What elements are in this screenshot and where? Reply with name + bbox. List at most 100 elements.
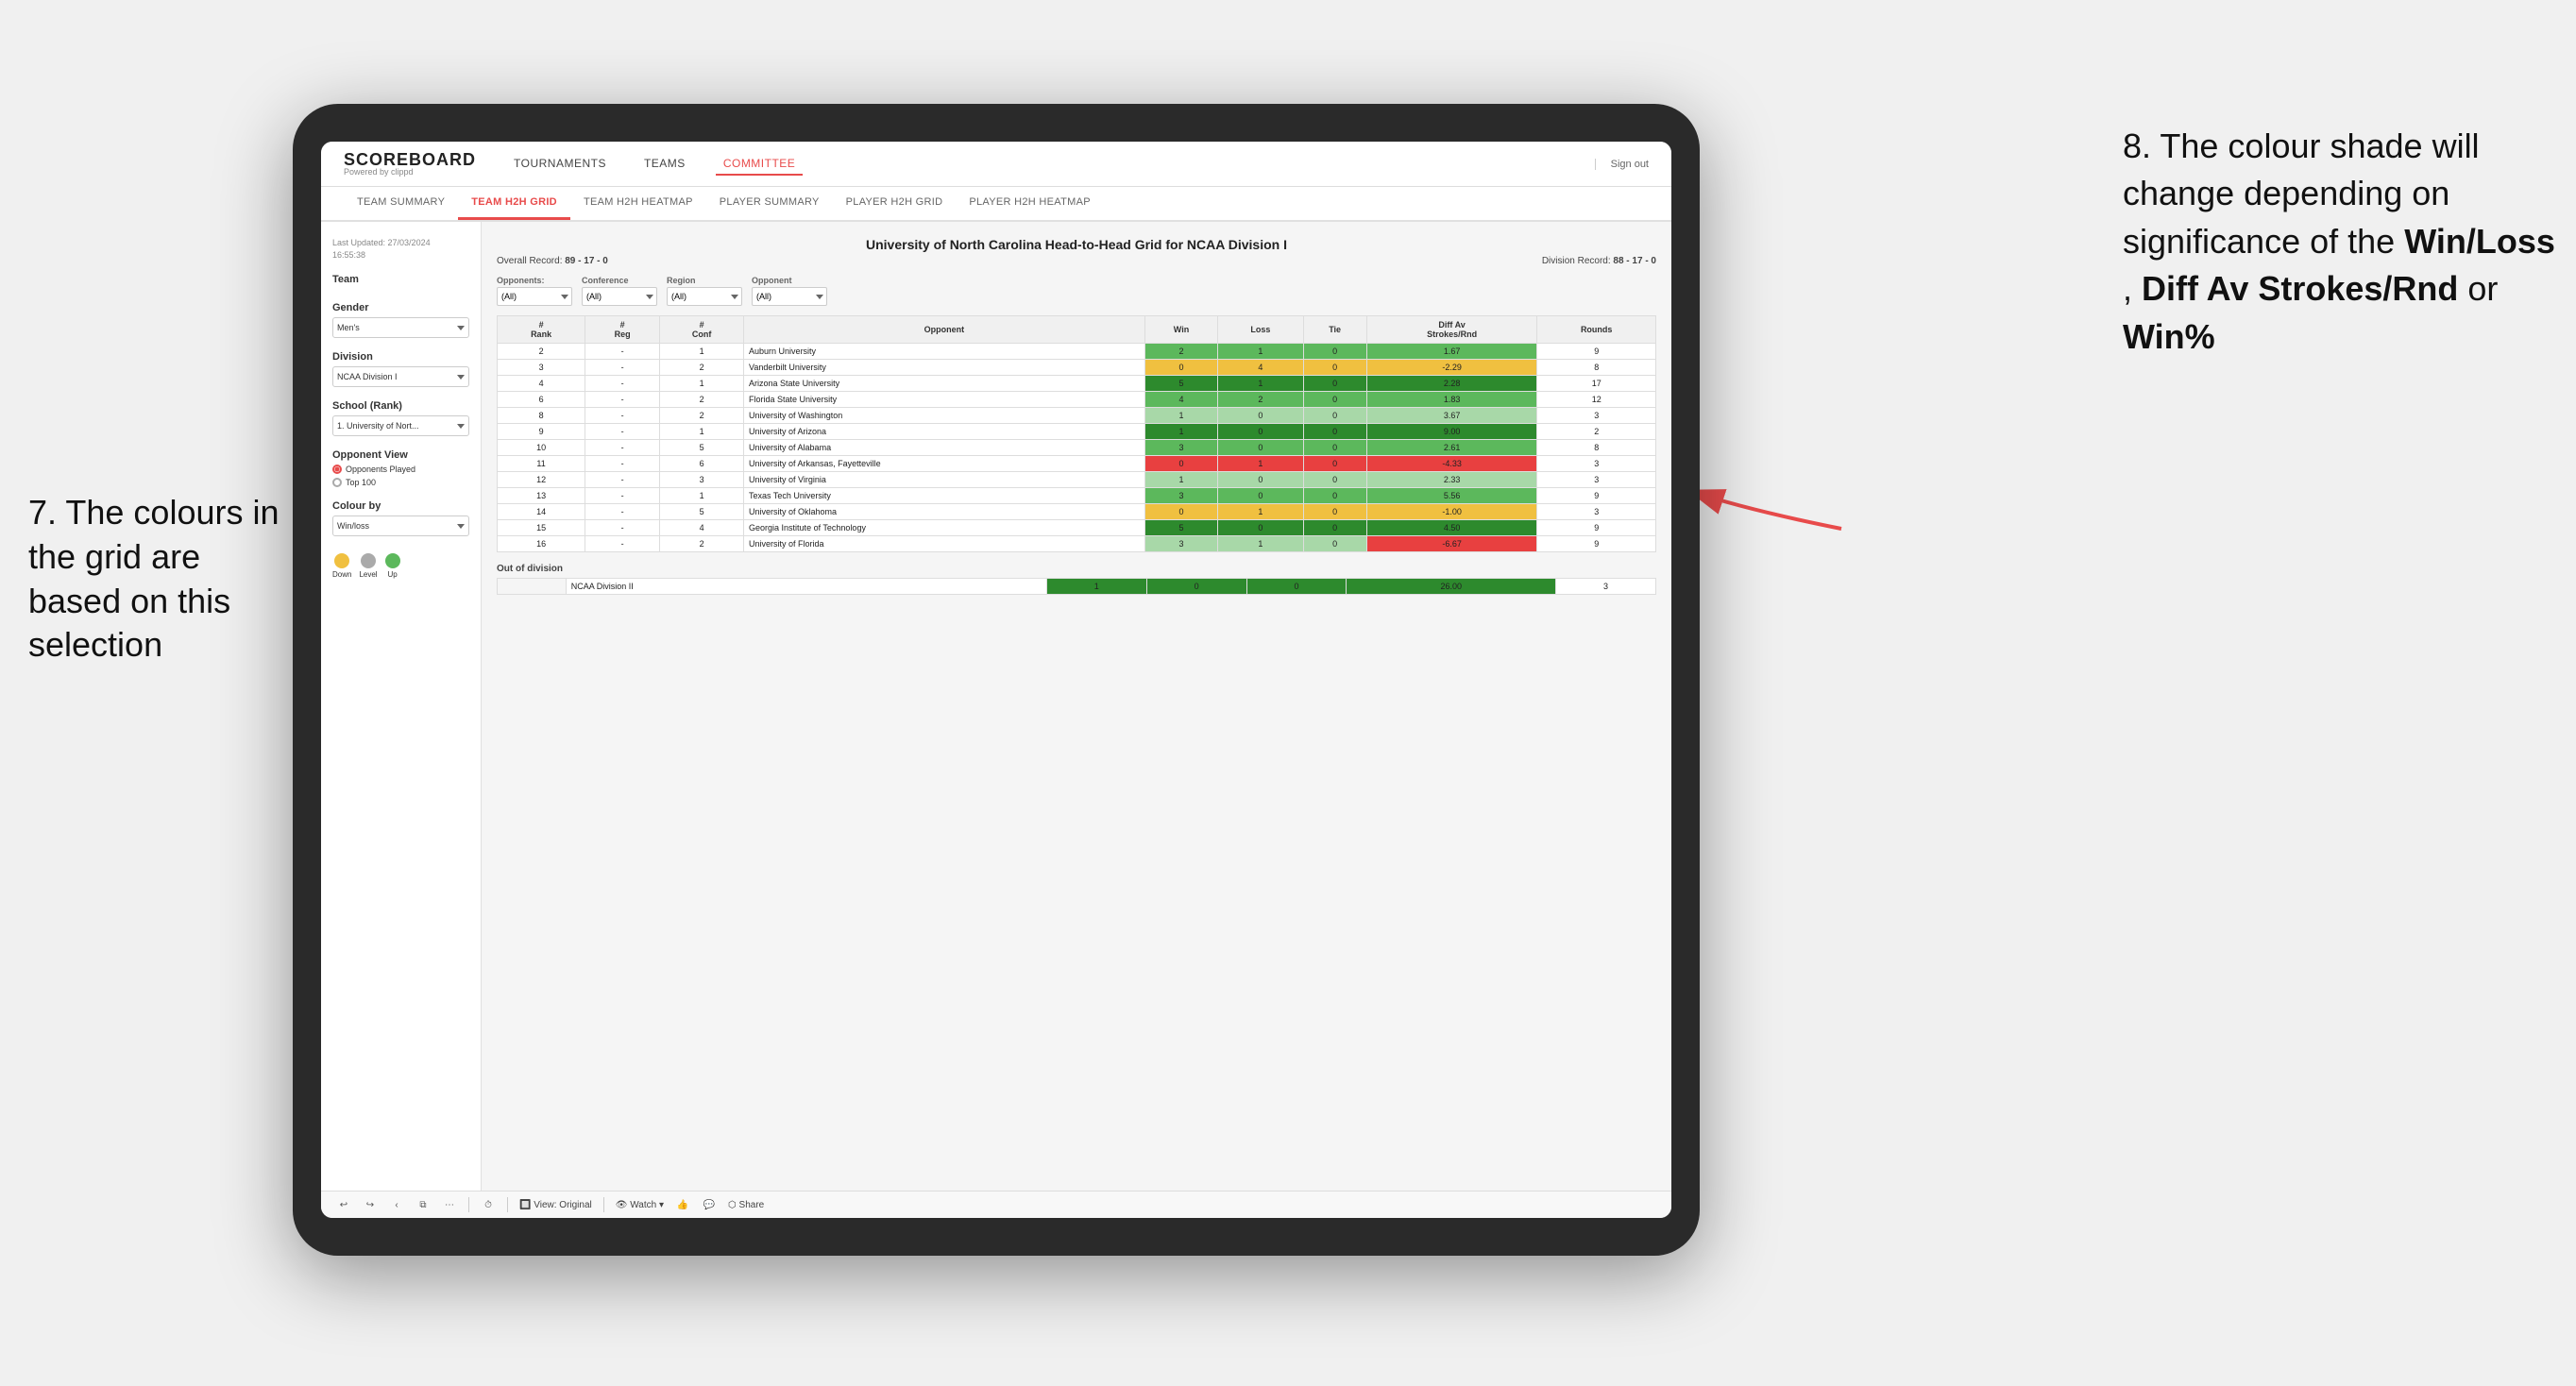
colour-by-select[interactable]: Win/loss [332,516,469,536]
table-row: 10-5University of Alabama3002.618 [498,440,1656,456]
table-cell: University of Virginia [744,472,1145,488]
annotation-bold2: Diff Av Strokes/Rnd [2142,269,2458,308]
more-icon[interactable]: ⋯ [442,1197,457,1212]
share-label[interactable]: ⬡ Share [728,1200,764,1210]
nav-committee[interactable]: COMMITTEE [716,153,804,176]
gender-select[interactable]: Men's [332,317,469,338]
radio-top100[interactable]: Top 100 [332,478,469,487]
table-cell: 1 [660,376,744,392]
table-cell: University of Arizona [744,424,1145,440]
tablet-screen: SCOREBOARD Powered by clippd TOURNAMENTS… [321,142,1671,1218]
out-div-win: 1 [1046,579,1146,595]
table-cell: 0 [1303,424,1366,440]
table-cell: 10 [498,440,585,456]
table-cell: 0 [1218,424,1303,440]
annotation-left: 7. The colours in the grid are based on … [28,491,293,668]
undo-icon[interactable]: ↩ [336,1197,351,1212]
table-cell: 15 [498,520,585,536]
nav-links: TOURNAMENTS TEAMS COMMITTEE [506,153,1565,176]
prev-icon[interactable]: ‹ [389,1197,404,1212]
table-cell: 2.61 [1366,440,1537,456]
table-cell: 12 [498,472,585,488]
radio-opponents-played[interactable]: Opponents Played [332,465,469,474]
table-row: 14-5University of Oklahoma010-1.003 [498,504,1656,520]
out-of-division-table: NCAA Division II 1 0 0 26.00 3 [497,578,1656,595]
thumbs-icon[interactable]: 👍 [675,1197,690,1212]
table-cell: 0 [1303,536,1366,552]
watch-label[interactable]: 👁 Watch ▾ [616,1200,664,1210]
col-opponent: Opponent [744,316,1145,344]
table-cell: 1.67 [1366,344,1537,360]
legend: Down Level Up [332,553,469,579]
table-cell: - [585,424,660,440]
table-row: 12-3University of Virginia1002.333 [498,472,1656,488]
annotation-text2: , [2123,269,2142,308]
table-cell: 8 [498,408,585,424]
overall-record: Overall Record: 89 - 17 - 0 [497,256,608,266]
annotation-bold3: Win% [2123,317,2215,356]
division-section: Division NCAA Division I [332,351,469,387]
conference-select[interactable]: (All) [582,287,657,306]
table-cell: Auburn University [744,344,1145,360]
redo-icon[interactable]: ↪ [363,1197,378,1212]
out-div-loss: 0 [1146,579,1246,595]
table-cell: 4 [1218,360,1303,376]
table-cell: 3 [1144,440,1217,456]
region-select[interactable]: (All) [667,287,742,306]
gender-section: Gender Men's [332,302,469,338]
table-cell: - [585,520,660,536]
table-cell: 13 [498,488,585,504]
col-reg: #Reg [585,316,660,344]
school-select[interactable]: 1. University of Nort... [332,415,469,436]
table-cell: 8 [1537,360,1656,376]
division-select[interactable]: NCAA Division I [332,366,469,387]
toolbar-divider-3 [603,1197,604,1212]
opponents-select[interactable]: (All) [497,287,572,306]
comment-icon[interactable]: 💬 [702,1197,717,1212]
last-updated-time: 16:55:38 [332,249,469,262]
sign-out-button[interactable]: Sign out [1595,159,1649,170]
tab-team-h2h-heatmap[interactable]: TEAM H2H HEATMAP [570,187,706,220]
out-div-rounds: 3 [1556,579,1656,595]
table-cell: 3 [1537,472,1656,488]
top-nav: SCOREBOARD Powered by clippd TOURNAMENTS… [321,142,1671,187]
table-cell: 0 [1218,488,1303,504]
table-cell: 4 [660,520,744,536]
table-cell: - [585,536,660,552]
table-cell: 0 [1303,488,1366,504]
table-cell: University of Washington [744,408,1145,424]
table-cell: 0 [1218,440,1303,456]
table-cell: 5 [1144,376,1217,392]
logo: SCOREBOARD Powered by clippd [344,151,476,177]
view-label: 🔲 View: Original [519,1200,592,1210]
tab-player-summary[interactable]: PLAYER SUMMARY [706,187,833,220]
region-filter: Region (All) [667,276,742,306]
tab-team-summary[interactable]: TEAM SUMMARY [344,187,458,220]
filters-row: Opponents: (All) Conference (All) Region [497,276,1656,306]
copy-icon[interactable]: ⧉ [415,1197,431,1212]
colour-by-section: Colour by Win/loss [332,500,469,536]
table-header-row: #Rank #Reg #Conf Opponent Win Loss Tie D… [498,316,1656,344]
table-cell: 4 [498,376,585,392]
table-cell: 2.33 [1366,472,1537,488]
table-cell: -4.33 [1366,456,1537,472]
table-cell: - [585,456,660,472]
table-cell: 16 [498,536,585,552]
tab-player-h2h-heatmap[interactable]: PLAYER H2H HEATMAP [956,187,1103,220]
nav-tournaments[interactable]: TOURNAMENTS [506,153,614,176]
clock-icon[interactable]: ⏱ [481,1197,496,1212]
grid-title: University of North Carolina Head-to-Hea… [497,237,1656,252]
tab-team-h2h-grid[interactable]: TEAM H2H GRID [458,187,570,220]
radio-dot-checked [332,465,342,474]
table-cell: 0 [1303,360,1366,376]
col-loss: Loss [1218,316,1303,344]
table-cell: 1 [1218,504,1303,520]
table-cell: 3 [1144,536,1217,552]
opponent-select[interactable]: (All) [752,287,827,306]
logo-main: SCOREBOARD [344,151,476,168]
nav-teams[interactable]: TEAMS [636,153,693,176]
table-cell: 0 [1303,392,1366,408]
conference-label: Conference [582,276,657,285]
tab-player-h2h-grid[interactable]: PLAYER H2H GRID [833,187,957,220]
col-rank: #Rank [498,316,585,344]
